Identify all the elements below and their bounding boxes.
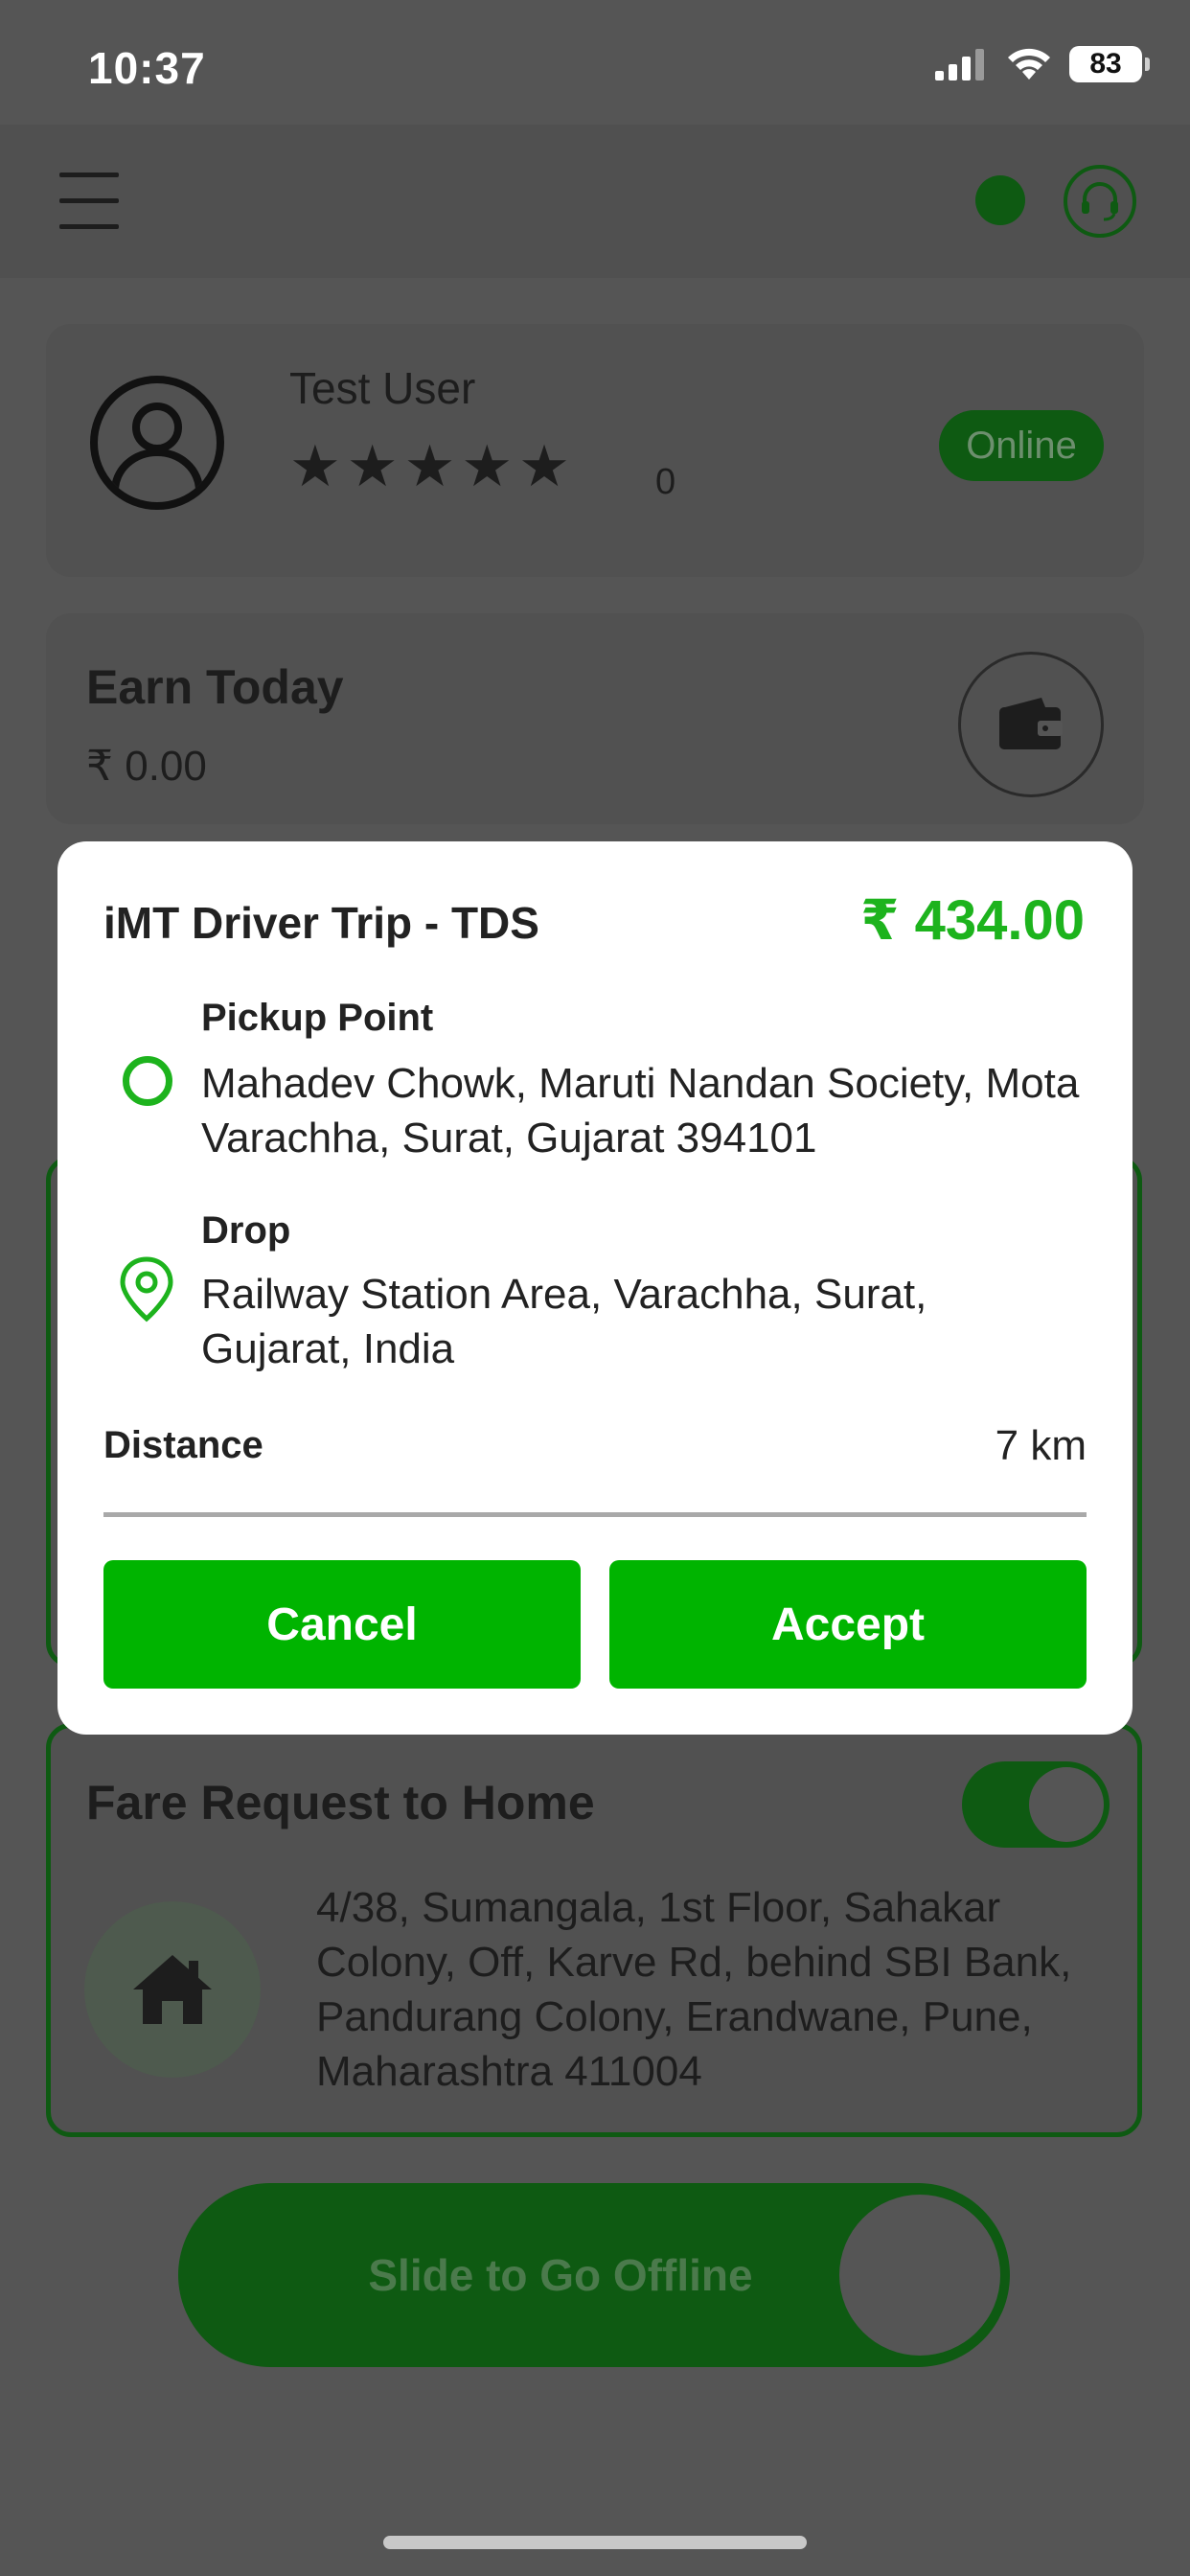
fare-request-title: Fare Request to Home [86, 1776, 595, 1829]
earnings-title: Earn Today [86, 660, 344, 714]
accept-button[interactable]: Accept [609, 1560, 1087, 1689]
signal-icon [935, 49, 984, 80]
distance-label: Distance [103, 1424, 263, 1466]
home-button[interactable] [84, 1901, 261, 2078]
home-indicator [383, 2536, 807, 2549]
fare-request-toggle[interactable] [962, 1761, 1110, 1848]
home-address: 4/38, Sumangala, 1st Floor, Sahakar Colo… [316, 1884, 1072, 2095]
pickup-label: Pickup Point [201, 997, 434, 1039]
drop-label: Drop [201, 1209, 291, 1252]
avatar[interactable] [90, 376, 224, 510]
trip-price: ₹ 434.00 [860, 889, 1085, 952]
wallet-icon [999, 698, 1063, 749]
headset-icon [1082, 182, 1118, 221]
cancel-button[interactable]: Cancel [103, 1560, 581, 1689]
status-icons: 83 [935, 46, 1150, 82]
online-status-dot [975, 175, 1025, 225]
pickup-address: Mahadev Chowk, Maruti Nandan Society, Mo… [201, 1060, 1080, 1162]
support-button[interactable] [1064, 165, 1136, 238]
user-icon [111, 402, 203, 492]
battery-indicator: 83 [1069, 46, 1150, 82]
user-name: Test User [289, 363, 476, 413]
status-time: 10:37 [88, 43, 206, 93]
hamburger-menu-icon[interactable] [59, 172, 119, 232]
rating-stars: ★★★★★ [289, 434, 576, 498]
trip-title: iMT Driver Trip - TDS [103, 898, 539, 948]
wifi-icon [1008, 48, 1050, 80]
location-pin-icon [117, 1255, 176, 1324]
drop-address: Railway Station Area, Varachha, Surat, G… [201, 1271, 927, 1372]
modal-divider [103, 1512, 1087, 1517]
distance-value: 7 km [995, 1422, 1087, 1469]
earnings-amount: ₹ 0.00 [86, 743, 207, 790]
pickup-circle-icon [123, 1056, 172, 1106]
home-icon [133, 1955, 212, 2024]
rating-count: 0 [655, 462, 676, 502]
slider-handle[interactable] [839, 2195, 1000, 2356]
status-badge: Online [939, 410, 1104, 481]
wallet-button[interactable] [958, 652, 1104, 797]
